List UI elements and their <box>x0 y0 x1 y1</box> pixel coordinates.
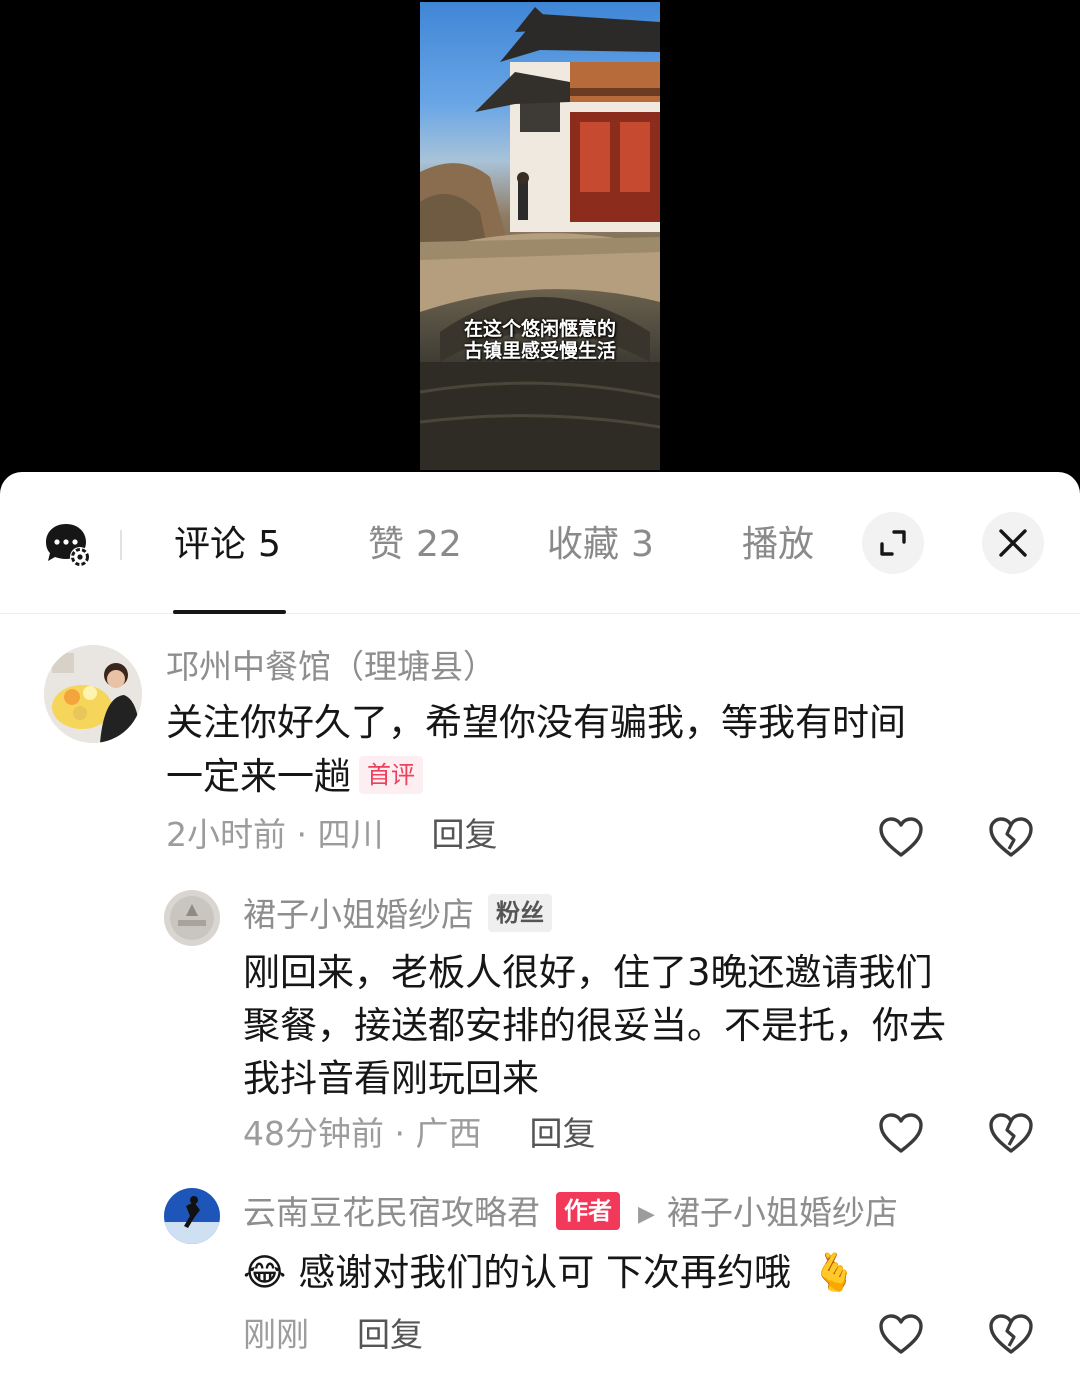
video-subtitle: 在这个悠闲惬意的 古镇里感受慢生活 <box>420 318 660 362</box>
author-badge: 作者 <box>556 1191 620 1230</box>
comment-meta: 48分钟前 · 广西 回复 <box>243 1109 595 1159</box>
tab-comments-label: 评论 <box>174 524 247 565</box>
comment-panel: 评论 5 赞 22 收藏 3 播放 邛州中餐馆（理塘县） 关注你好久了，希望你没… <box>0 472 1080 1396</box>
avatar-image <box>164 1188 220 1244</box>
active-tab-indicator <box>173 610 286 614</box>
like-heart-icon[interactable] <box>878 1313 924 1355</box>
comment-username[interactable]: 裙子小姐婚纱店 <box>243 895 474 934</box>
tab-likes[interactable]: 赞 22 <box>368 520 462 570</box>
first-comment-badge: 首评 <box>359 755 423 794</box>
dislike-broken-heart-icon[interactable] <box>988 1112 1034 1154</box>
comment-username[interactable]: 云南豆花民宿攻略君 <box>243 1193 540 1232</box>
tab-comments-count: 5 <box>258 524 281 565</box>
avatar[interactable] <box>164 890 220 946</box>
avatar[interactable] <box>164 1188 220 1244</box>
comment-meta: 刚刚 回复 <box>243 1310 423 1360</box>
comment-username-row: 裙子小姐婚纱店 粉丝 <box>243 890 552 940</box>
dislike-broken-heart-icon[interactable] <box>988 816 1034 858</box>
tab-likes-label: 赞 <box>368 524 405 565</box>
fan-badge: 粉丝 <box>488 893 552 932</box>
comment-text-line: 我抖音看刚玩回来 <box>243 1057 539 1100</box>
like-heart-icon[interactable] <box>878 816 924 858</box>
close-button[interactable] <box>982 512 1044 574</box>
avatar-image <box>164 890 220 946</box>
comment-text: 刚回来，老板人很好，住了3晚还邀请我们 聚餐，接送都安排的很妥当。不是托，你去 … <box>243 946 1043 1105</box>
comment-text: 😂 感谢对我们的认可 下次再约哦 🫰 <box>243 1246 857 1300</box>
comment-text-continued: 一定来一趟 <box>166 755 351 798</box>
dislike-broken-heart-icon[interactable] <box>988 1313 1034 1355</box>
like-heart-icon[interactable] <box>878 1112 924 1154</box>
finger-heart-emoji-icon: 🫰 <box>811 1251 858 1294</box>
tab-divider <box>120 530 122 560</box>
tab-favorites-label: 收藏 <box>547 524 620 565</box>
tab-likes-count: 22 <box>416 524 462 565</box>
tab-plays-label: 播放 <box>742 524 815 565</box>
tab-plays[interactable]: 播放 <box>742 520 814 570</box>
reply-button[interactable]: 回复 <box>529 1114 595 1153</box>
reply-comment-item: 裙子小姐婚纱店 粉丝 刚回来，老板人很好，住了3晚还邀请我们 聚餐，接送都安排的很… <box>0 890 1080 1180</box>
comment-item: 邛州中餐馆（理塘县） 关注你好久了，希望你没有骗我，等我有时间 一定来一趟 首评 … <box>0 642 1080 872</box>
tab-bar: 评论 5 赞 22 收藏 3 播放 <box>0 472 1080 614</box>
subtitle-line-1: 在这个悠闲惬意的 <box>463 318 616 340</box>
close-icon <box>999 529 1027 557</box>
reply-button[interactable]: 回复 <box>431 815 497 854</box>
chat-settings-icon[interactable] <box>44 522 92 568</box>
expand-button[interactable] <box>862 512 924 574</box>
comment-meta: 2小时前 · 四川 回复 <box>166 810 497 860</box>
avatar[interactable] <box>44 645 142 743</box>
tab-favorites-count: 3 <box>631 524 654 565</box>
comment-username-row: 云南豆花民宿攻略君 作者 ▶ 裙子小姐婚纱店 <box>243 1188 898 1238</box>
reply-arrow-icon: ▶ <box>638 1202 655 1227</box>
comment-text-line-2: 一定来一趟 首评 <box>166 750 1046 804</box>
comment-text-line: 关注你好久了，希望你没有骗我，等我有时间 <box>166 701 906 744</box>
comment-text-line: 聚餐，接送都安排的很妥当。不是托，你去 <box>243 1004 946 1047</box>
subtitle-line-2: 古镇里感受慢生活 <box>463 340 616 362</box>
comment-text-line: 刚回来，老板人很好，住了3晚还邀请我们 <box>243 951 933 994</box>
reply-to-username[interactable]: 裙子小姐婚纱店 <box>667 1193 898 1232</box>
tab-comments[interactable]: 评论 5 <box>174 520 281 570</box>
expand-icon <box>880 530 906 556</box>
reply-button[interactable]: 回复 <box>357 1315 423 1354</box>
video-thumbnail[interactable]: 在这个悠闲惬意的 古镇里感受慢生活 <box>420 2 660 470</box>
comment-time-location: 2小时前 · 四川 <box>166 815 384 854</box>
laughing-emoji-icon: 😂 <box>243 1251 287 1294</box>
tab-favorites[interactable]: 收藏 3 <box>547 520 654 570</box>
comment-text: 关注你好久了，希望你没有骗我，等我有时间 一定来一趟 首评 <box>166 696 1046 804</box>
video-scenery-image <box>420 7 660 470</box>
comment-time-location: 48分钟前 · 广西 <box>243 1114 482 1153</box>
comment-username[interactable]: 邛州中餐馆（理塘县） <box>166 642 496 692</box>
video-player[interactable]: 在这个悠闲惬意的 古镇里感受慢生活 <box>0 0 1080 472</box>
comment-text-body: 感谢对我们的认可 下次再约哦 <box>298 1251 791 1294</box>
author-reply-item: 云南豆花民宿攻略君 作者 ▶ 裙子小姐婚纱店 😂 感谢对我们的认可 下次再约哦 🫰 刚刚 回… <box>0 1188 1080 1388</box>
comment-time: 刚刚 <box>243 1315 309 1354</box>
avatar-image <box>44 645 142 743</box>
